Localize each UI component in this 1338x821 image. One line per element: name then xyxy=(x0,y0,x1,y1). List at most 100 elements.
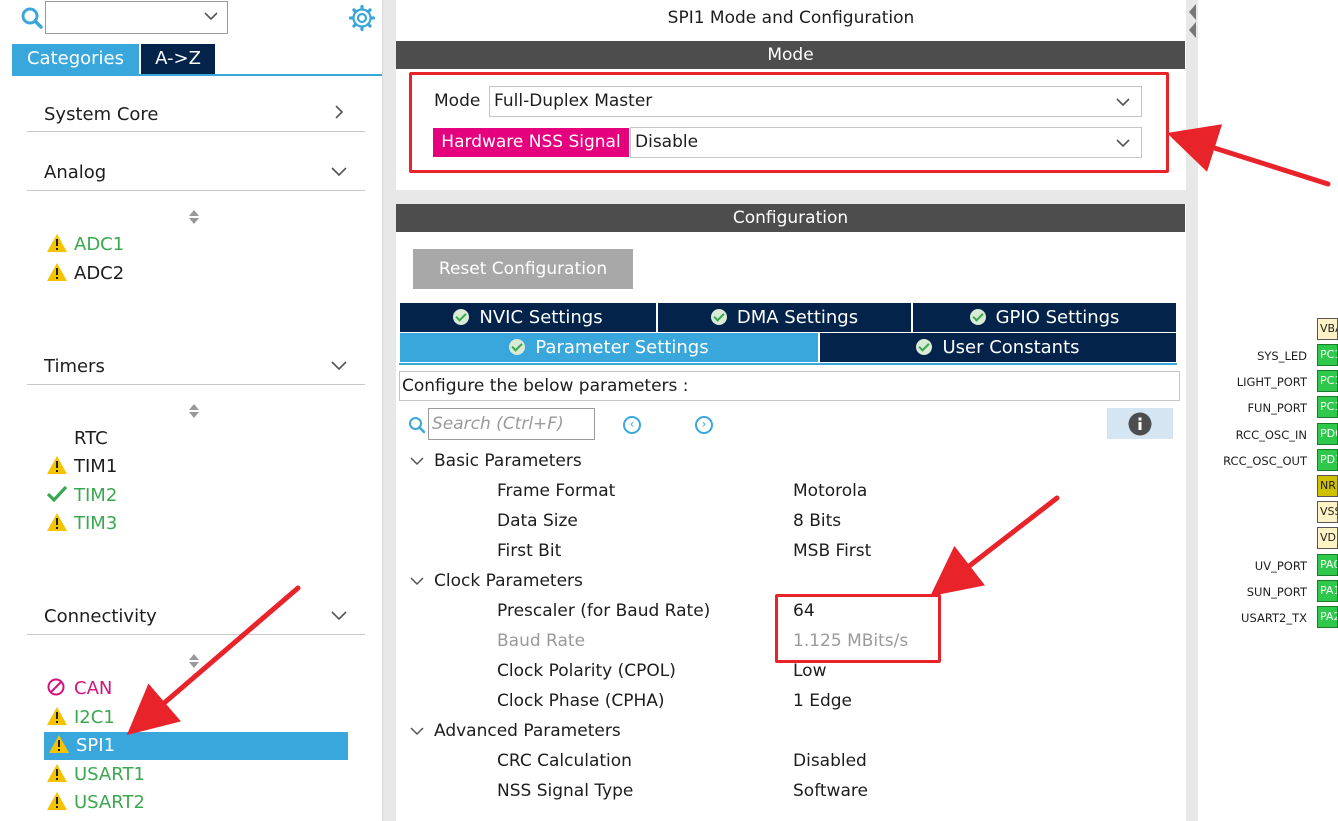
list-item-label: ADC1 xyxy=(74,234,125,255)
tab-a-to-z[interactable]: A->Z xyxy=(141,44,215,74)
check-circle-icon xyxy=(916,339,933,355)
sort-icon[interactable] xyxy=(188,652,200,670)
pin-pc13[interactable]: PC1 xyxy=(1317,344,1338,366)
previous-result-icon[interactable]: ‹ xyxy=(623,416,641,434)
pin-pa1[interactable]: PA1 xyxy=(1317,580,1338,602)
list-item-tim3[interactable]: TIM3 xyxy=(46,511,117,537)
disabled-icon xyxy=(47,678,65,696)
param-name: Frame Format xyxy=(497,481,616,501)
gear-icon[interactable] xyxy=(348,4,376,32)
list-item-adc1[interactable]: ADC1 xyxy=(46,232,124,258)
category-system-core[interactable]: System Core xyxy=(44,104,159,125)
section-gap xyxy=(396,190,1186,204)
pin-pd0[interactable]: PD0 xyxy=(1317,423,1338,445)
pin-vdd[interactable]: VDD xyxy=(1317,527,1338,549)
info-button[interactable] xyxy=(1107,408,1173,439)
warning-icon xyxy=(49,735,69,753)
param-value[interactable]: 1 Edge xyxy=(793,691,852,711)
tab-dma-settings[interactable]: DMA Settings xyxy=(658,303,911,332)
list-item-label: ADC2 xyxy=(74,263,125,284)
warning-icon xyxy=(47,707,67,725)
tab-label: GPIO Settings xyxy=(995,307,1120,328)
reset-configuration-button[interactable]: Reset Configuration xyxy=(413,249,633,289)
category-analog[interactable]: Analog xyxy=(44,162,106,183)
tab-parameter-settings[interactable]: Parameter Settings xyxy=(400,333,818,362)
param-value[interactable]: Software xyxy=(793,781,868,801)
search-icon[interactable] xyxy=(20,6,44,30)
group-advanced-parameters[interactable]: Advanced Parameters xyxy=(434,721,621,741)
chevron-down-icon[interactable] xyxy=(330,162,348,180)
param-value[interactable]: 8 Bits xyxy=(793,511,841,531)
pin-pa2[interactable]: PA2 xyxy=(1317,606,1338,628)
chevron-down-icon[interactable] xyxy=(330,356,348,374)
panel-splitter[interactable] xyxy=(382,0,397,821)
blank-icon xyxy=(46,427,68,447)
list-item-adc2[interactable]: ADC2 xyxy=(46,261,124,287)
tab-label: NVIC Settings xyxy=(479,307,603,328)
param-name: Data Size xyxy=(497,511,578,531)
pin-label: RCC_OSC_IN xyxy=(1235,428,1307,442)
pin-label: USART2_TX xyxy=(1241,611,1307,625)
list-item-usart1[interactable]: USART1 xyxy=(46,762,145,788)
panel-splitter[interactable] xyxy=(1186,0,1198,821)
list-item-rtc[interactable]: RTC xyxy=(46,426,108,452)
pin-nrst[interactable]: NR xyxy=(1317,475,1338,497)
chevron-right-icon[interactable] xyxy=(330,103,348,121)
list-item-label: USART1 xyxy=(74,764,145,785)
tab-user-constants[interactable]: User Constants xyxy=(820,333,1176,362)
list-item-can[interactable]: CAN xyxy=(46,676,112,702)
annotation-box-prescaler xyxy=(775,594,941,663)
pin-pc15[interactable]: PC1 xyxy=(1317,396,1338,418)
tab-label: Parameter Settings xyxy=(535,337,709,358)
sort-icon[interactable] xyxy=(188,402,200,420)
chevron-down-icon[interactable] xyxy=(330,606,348,624)
list-item-tim1[interactable]: TIM1 xyxy=(46,454,117,480)
check-circle-icon xyxy=(710,309,727,325)
check-circle-icon xyxy=(509,339,526,355)
chevron-down-icon[interactable] xyxy=(409,574,425,588)
group-clock-parameters[interactable]: Clock Parameters xyxy=(434,571,583,591)
list-item-tim2[interactable]: TIM2 xyxy=(46,483,117,509)
category-timers[interactable]: Timers xyxy=(44,356,105,377)
search-combo[interactable] xyxy=(45,1,228,34)
param-value[interactable]: MSB First xyxy=(793,541,871,561)
tab-underline xyxy=(12,74,382,76)
warning-icon xyxy=(47,513,67,531)
chevron-down-icon[interactable] xyxy=(409,454,425,468)
tab-categories[interactable]: Categories xyxy=(12,44,139,74)
param-name: CRC Calculation xyxy=(497,751,632,771)
tab-nvic-settings[interactable]: NVIC Settings xyxy=(400,303,656,332)
param-value[interactable]: Motorola xyxy=(793,481,867,501)
collapse-arrow-icon[interactable] xyxy=(1186,0,1198,40)
param-name: First Bit xyxy=(497,541,562,561)
param-name: Prescaler (for Baud Rate) xyxy=(497,601,711,621)
list-item-label: I2C1 xyxy=(74,707,115,728)
pin-pa0[interactable]: PA0 xyxy=(1317,554,1338,576)
pin-label: LIGHT_PORT xyxy=(1236,375,1307,389)
param-value[interactable]: Disabled xyxy=(793,751,867,771)
tab-label: DMA Settings xyxy=(736,307,859,328)
list-item-i2c1[interactable]: I2C1 xyxy=(46,705,115,731)
list-item-usart2[interactable]: USART2 xyxy=(46,790,145,816)
pin-pc14[interactable]: PC1 xyxy=(1317,370,1338,392)
info-icon xyxy=(1128,412,1152,436)
configuration-section-header: Configuration xyxy=(396,204,1185,232)
warning-icon xyxy=(47,263,67,281)
chevron-down-icon[interactable] xyxy=(409,724,425,738)
parameter-search-input[interactable]: Search (Ctrl+F) xyxy=(428,408,595,440)
group-basic-parameters[interactable]: Basic Parameters xyxy=(434,451,582,471)
pin-pd1[interactable]: PD1 xyxy=(1317,449,1338,471)
warning-icon xyxy=(47,456,67,474)
pin-vbat[interactable]: VBA xyxy=(1317,318,1338,340)
warning-icon xyxy=(47,234,67,252)
next-result-icon[interactable]: › xyxy=(695,416,713,434)
list-item-spi1-selected[interactable]: SPI1 xyxy=(44,732,348,760)
divider xyxy=(27,634,365,635)
list-item-label: USART2 xyxy=(74,792,145,813)
sort-icon[interactable] xyxy=(188,208,200,226)
tab-gpio-settings[interactable]: GPIO Settings xyxy=(913,303,1176,332)
param-name: Clock Phase (CPHA) xyxy=(497,691,665,711)
category-connectivity[interactable]: Connectivity xyxy=(44,606,157,627)
pin-vss[interactable]: VSS xyxy=(1317,501,1338,523)
param-value[interactable]: Low xyxy=(793,661,826,681)
